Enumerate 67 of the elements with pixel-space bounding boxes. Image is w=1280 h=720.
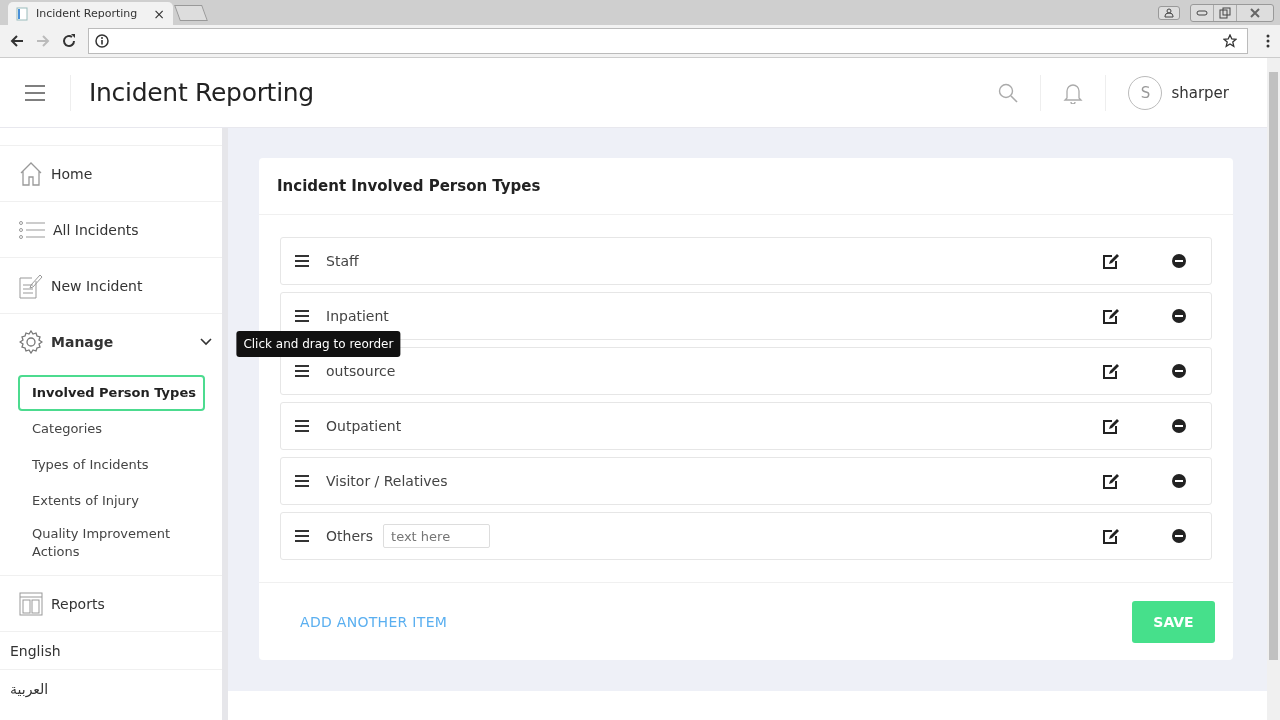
house-icon <box>19 160 43 187</box>
menu-icon[interactable] <box>1266 34 1270 48</box>
drag-handle-icon[interactable] <box>295 420 309 432</box>
sidebar-item[interactable]: All Incidents <box>0 201 222 257</box>
close-icon <box>1249 6 1261 19</box>
edit-icon[interactable] <box>1103 363 1119 379</box>
remove-icon[interactable] <box>1172 474 1186 488</box>
sidebar-item[interactable]: Home <box>0 145 222 201</box>
sidebar-item[interactable]: Manage <box>0 313 222 369</box>
item-label: Inpatient <box>326 308 389 324</box>
sidebar-label: New Incident <box>51 277 143 294</box>
info-icon <box>95 34 109 48</box>
scrollbar[interactable] <box>1267 58 1280 720</box>
submenu-item[interactable]: Extents of Injury <box>18 483 205 519</box>
tab-title: Incident Reporting <box>36 7 139 20</box>
remove-icon[interactable] <box>1172 309 1186 323</box>
drag-handle-icon[interactable] <box>295 530 309 542</box>
edit-icon[interactable] <box>1103 528 1119 544</box>
item-label: Outpatient <box>326 418 402 434</box>
edit-icon[interactable] <box>1103 473 1119 489</box>
bookmark-star-icon[interactable] <box>1223 34 1237 48</box>
drag-handle-icon[interactable] <box>295 475 309 487</box>
tab-close[interactable]: × <box>153 5 165 22</box>
edit-icon[interactable] <box>1103 418 1119 434</box>
language-option[interactable]: English <box>0 631 222 669</box>
remove-icon[interactable] <box>1172 419 1186 433</box>
list-icon <box>19 220 45 239</box>
drag-handle-icon[interactable] <box>295 255 309 267</box>
sidebar-label: Manage <box>51 333 114 350</box>
remove-icon[interactable] <box>1172 364 1186 378</box>
columns-icon <box>19 591 43 616</box>
sidebar-item[interactable]: New Incident <box>0 257 222 313</box>
document-pencil-icon <box>19 272 43 299</box>
profile-button[interactable] <box>1158 5 1180 20</box>
page-icon <box>16 6 28 21</box>
tooltip: Click and drag to reorder <box>236 331 401 357</box>
language-option[interactable]: العربية <box>0 669 222 707</box>
gear-icon <box>19 329 43 354</box>
scrollbar-thumb[interactable] <box>1269 72 1278 660</box>
remove-icon[interactable] <box>1172 529 1186 543</box>
card-title: Incident Involved Person Types <box>259 158 1233 215</box>
item-label: Others <box>326 528 374 544</box>
text-input[interactable]: text here <box>383 524 491 548</box>
sidebar-item[interactable]: Reports <box>0 575 222 631</box>
restore-icon <box>1219 6 1231 19</box>
user-name[interactable]: sharper <box>1171 83 1229 102</box>
person-icon <box>1164 7 1174 18</box>
reload-icon[interactable] <box>62 34 76 48</box>
browser-tab[interactable]: Incident Reporting × <box>8 2 173 25</box>
remove-icon[interactable] <box>1172 254 1186 268</box>
item-label: Staff <box>326 253 359 269</box>
submenu-item[interactable]: Categories <box>18 411 205 447</box>
chevron-icon <box>200 337 212 346</box>
edit-icon[interactable] <box>1103 308 1119 324</box>
item-label: outsource <box>326 363 396 379</box>
submenu-item[interactable]: Quality Improvement Actions <box>18 519 205 567</box>
drag-handle-icon[interactable] <box>295 310 309 322</box>
sidebar-label: Reports <box>51 595 105 612</box>
sidebar-label: All Incidents <box>53 221 139 238</box>
app-title: Incident Reporting <box>89 78 314 107</box>
sidebar-label: Home <box>51 165 93 182</box>
item-label: Visitor / Relatives <box>326 473 448 489</box>
submenu-item[interactable]: Involved Person Types <box>18 375 205 411</box>
drag-handle-icon[interactable] <box>295 365 309 377</box>
edit-icon[interactable] <box>1103 253 1119 269</box>
submenu-item[interactable]: Types of Incidents <box>18 447 205 483</box>
back-icon[interactable] <box>10 34 24 48</box>
